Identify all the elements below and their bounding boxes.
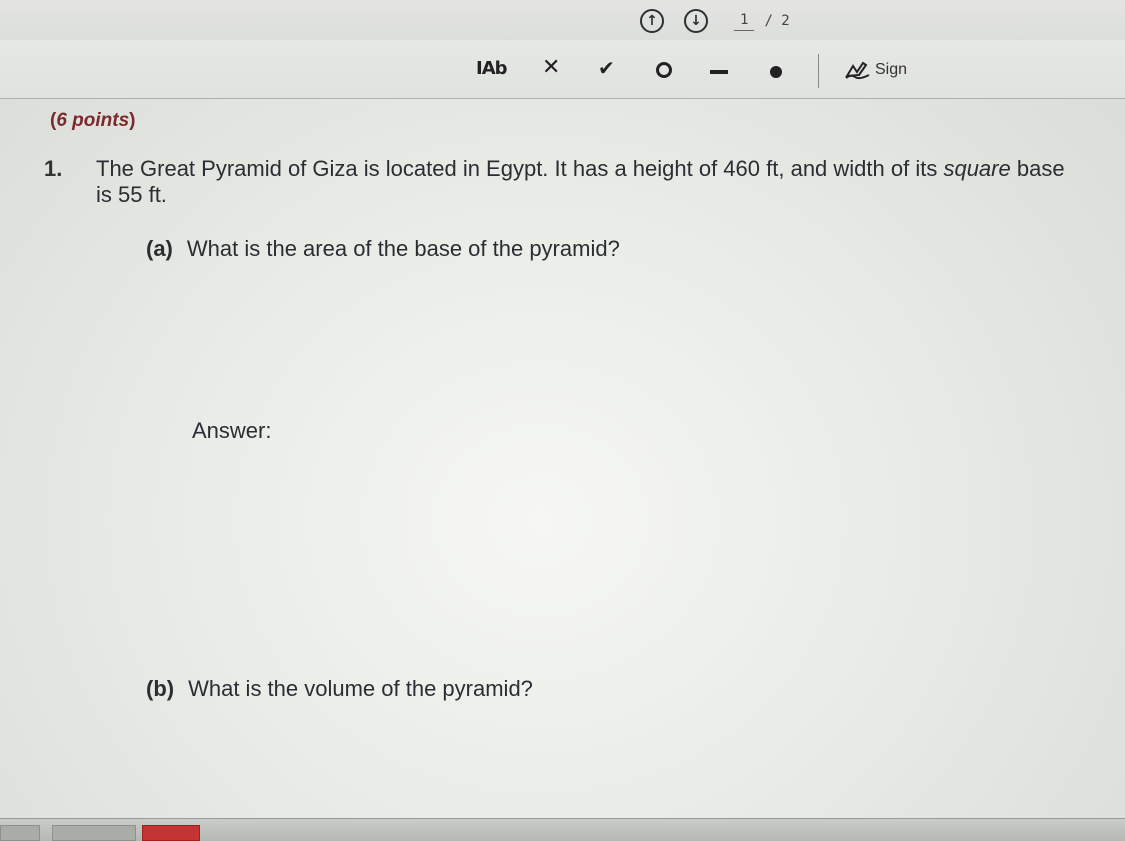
circle-icon[interactable] xyxy=(656,62,672,78)
check-mark-icon[interactable]: ✔ xyxy=(598,56,615,80)
part-a-label: (a) xyxy=(146,236,173,261)
total-pages: / 2 xyxy=(764,13,790,29)
part-a-text: What is the area of the base of the pyra… xyxy=(186,236,620,261)
points-text: 6 points xyxy=(56,110,130,131)
part-b-question: (b) What is the volume of the pyramid? xyxy=(146,676,533,702)
current-page-input[interactable]: 1 xyxy=(734,12,755,31)
question-text: The Great Pyramid of Giza is located in … xyxy=(96,156,1076,208)
line-icon[interactable] xyxy=(710,70,728,74)
taskbar-item[interactable] xyxy=(52,825,136,841)
taskbar xyxy=(0,818,1125,841)
question-number: 1. xyxy=(44,156,63,181)
arrow-up-circle-icon[interactable]: ↑ xyxy=(640,9,664,33)
annotation-toolbar: IAb ✕ ✔ Sign xyxy=(0,40,1125,99)
part-b-text: What is the volume of the pyramid? xyxy=(188,676,533,701)
page-navigation: ↑ ↓ 1 / 2 xyxy=(640,6,790,36)
part-a-question: (a) What is the area of the base of the p… xyxy=(146,236,620,262)
arrow-down-circle-icon[interactable]: ↓ xyxy=(684,9,708,33)
signature-pen-icon xyxy=(845,61,870,80)
question-text-line1: The Great Pyramid of Giza is located in … xyxy=(96,156,938,181)
points-heading: (6 points) xyxy=(50,110,136,131)
cross-mark-icon[interactable]: ✕ xyxy=(542,55,560,80)
sign-button[interactable]: Sign xyxy=(845,60,907,80)
dot-icon[interactable] xyxy=(770,66,782,78)
sign-label: Sign xyxy=(875,61,908,78)
taskbar-item[interactable] xyxy=(142,825,200,841)
toolbar-divider xyxy=(818,54,819,88)
question-text-italic: square xyxy=(943,156,1011,181)
taskbar-item[interactable] xyxy=(0,825,40,841)
text-tool-icon[interactable]: IAb xyxy=(476,58,508,79)
answer-label: Answer: xyxy=(192,418,272,443)
viewer-top-bar: ↑ ↓ 1 / 2 xyxy=(0,0,1125,41)
part-b-label: (b) xyxy=(146,676,175,701)
